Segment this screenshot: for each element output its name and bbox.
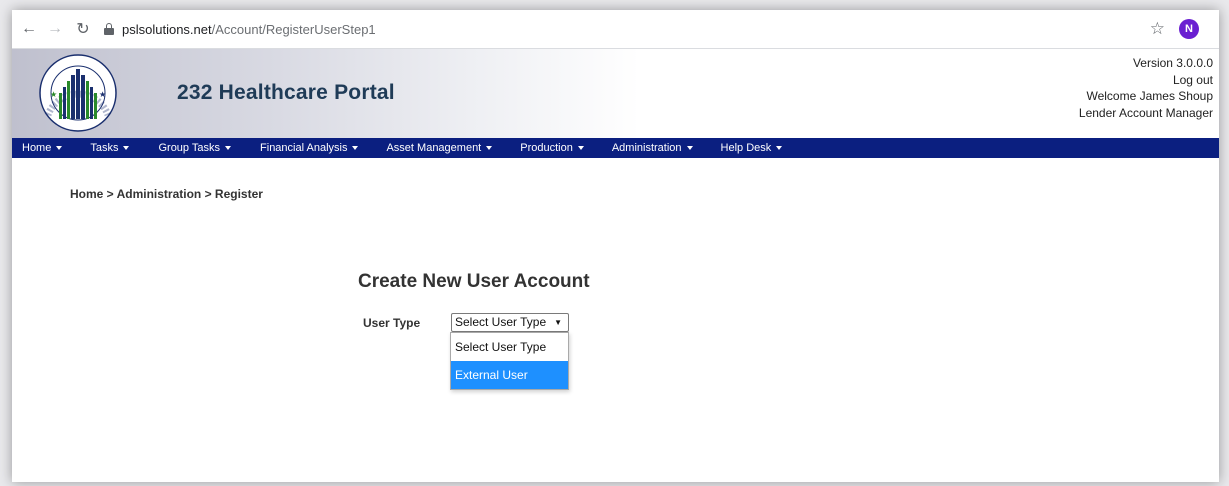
profile-avatar[interactable]: N <box>1179 19 1199 39</box>
nav-item-asset-management[interactable]: Asset Management <box>386 138 493 158</box>
svg-text:★: ★ <box>50 90 57 99</box>
reload-icon[interactable]: ↻ <box>72 18 94 40</box>
caret-down-icon <box>776 146 783 150</box>
dropdown-arrow-icon: ▼ <box>554 318 562 327</box>
back-arrow-icon[interactable]: ← <box>18 18 40 40</box>
user-info-panel: Version 3.0.0.0 Log out Welcome James Sh… <box>1013 55 1213 121</box>
user-type-dropdown-list: Select User Type External User <box>450 332 569 390</box>
nav-item-financial-analysis[interactable]: Financial Analysis <box>260 138 359 158</box>
lock-icon[interactable] <box>104 23 114 35</box>
nav-item-production[interactable]: Production <box>520 138 584 158</box>
caret-down-icon <box>577 146 584 150</box>
svg-text:★: ★ <box>99 90 106 99</box>
caret-down-icon <box>225 146 232 150</box>
forward-arrow-icon[interactable]: → <box>44 18 66 40</box>
profile-initial: N <box>1185 23 1193 35</box>
nav-item-label: Production <box>520 142 573 154</box>
user-type-select-value: Select User Type <box>455 315 547 329</box>
option-external-user[interactable]: External User <box>451 361 568 389</box>
welcome-text: Welcome James Shoup <box>1086 89 1213 103</box>
nav-item-label: Tasks <box>90 142 119 154</box>
breadcrumb: Home > Administration > Register <box>70 187 263 201</box>
version-text: Version 3.0.0.0 <box>1132 56 1213 70</box>
nav-item-label: Administration <box>611 142 682 154</box>
url-host: pslsolutions.net <box>122 21 212 37</box>
nav-item-group-tasks[interactable]: Group Tasks <box>158 138 232 158</box>
caret-down-icon <box>123 146 130 150</box>
bookmark-star-icon[interactable]: ☆ <box>1150 19 1165 39</box>
url-path: /Account/RegisterUserStep1 <box>211 21 376 37</box>
user-type-label: User Type <box>363 316 421 330</box>
caret-down-icon <box>352 146 359 150</box>
hud-seal-logo: ★ ★ <box>39 54 117 132</box>
user-role-text: Lender Account Manager <box>1078 105 1213 120</box>
main-navbar: Home Tasks Group Tasks Financial Analysi… <box>12 138 1219 158</box>
site-header: ★ ★ 232 Healthcare Portal Version 3.0.0.… <box>12 49 1219 138</box>
browser-window: ← → ↻ pslsolutions.net/Account/RegisterU… <box>12 10 1219 482</box>
page-title: Create New User Account <box>358 271 590 292</box>
nav-item-home[interactable]: Home <box>22 138 63 158</box>
address-bar[interactable]: pslsolutions.net/Account/RegisterUserSte… <box>122 22 376 37</box>
nav-item-label: Home <box>22 142 52 154</box>
caret-down-icon <box>486 146 493 150</box>
logout-link[interactable]: Log out <box>1013 72 1213 89</box>
nav-item-label: Financial Analysis <box>260 142 348 154</box>
nav-item-label: Group Tasks <box>158 142 221 154</box>
caret-down-icon <box>686 146 693 150</box>
portal-title: 232 Healthcare Portal <box>177 81 395 104</box>
option-select-user-type[interactable]: Select User Type <box>451 333 568 361</box>
browser-toolbar: ← → ↻ pslsolutions.net/Account/RegisterU… <box>12 10 1219 49</box>
nav-item-administration[interactable]: Administration <box>612 138 693 158</box>
user-type-select[interactable]: Select User Type ▼ <box>451 313 569 332</box>
caret-down-icon <box>56 146 63 150</box>
nav-item-label: Help Desk <box>720 142 772 154</box>
more-menu-icon[interactable]: ⋮ <box>1211 19 1217 37</box>
nav-item-tasks[interactable]: Tasks <box>90 138 130 158</box>
nav-item-label: Asset Management <box>386 142 482 154</box>
nav-item-help-desk[interactable]: Help Desk <box>721 138 783 158</box>
